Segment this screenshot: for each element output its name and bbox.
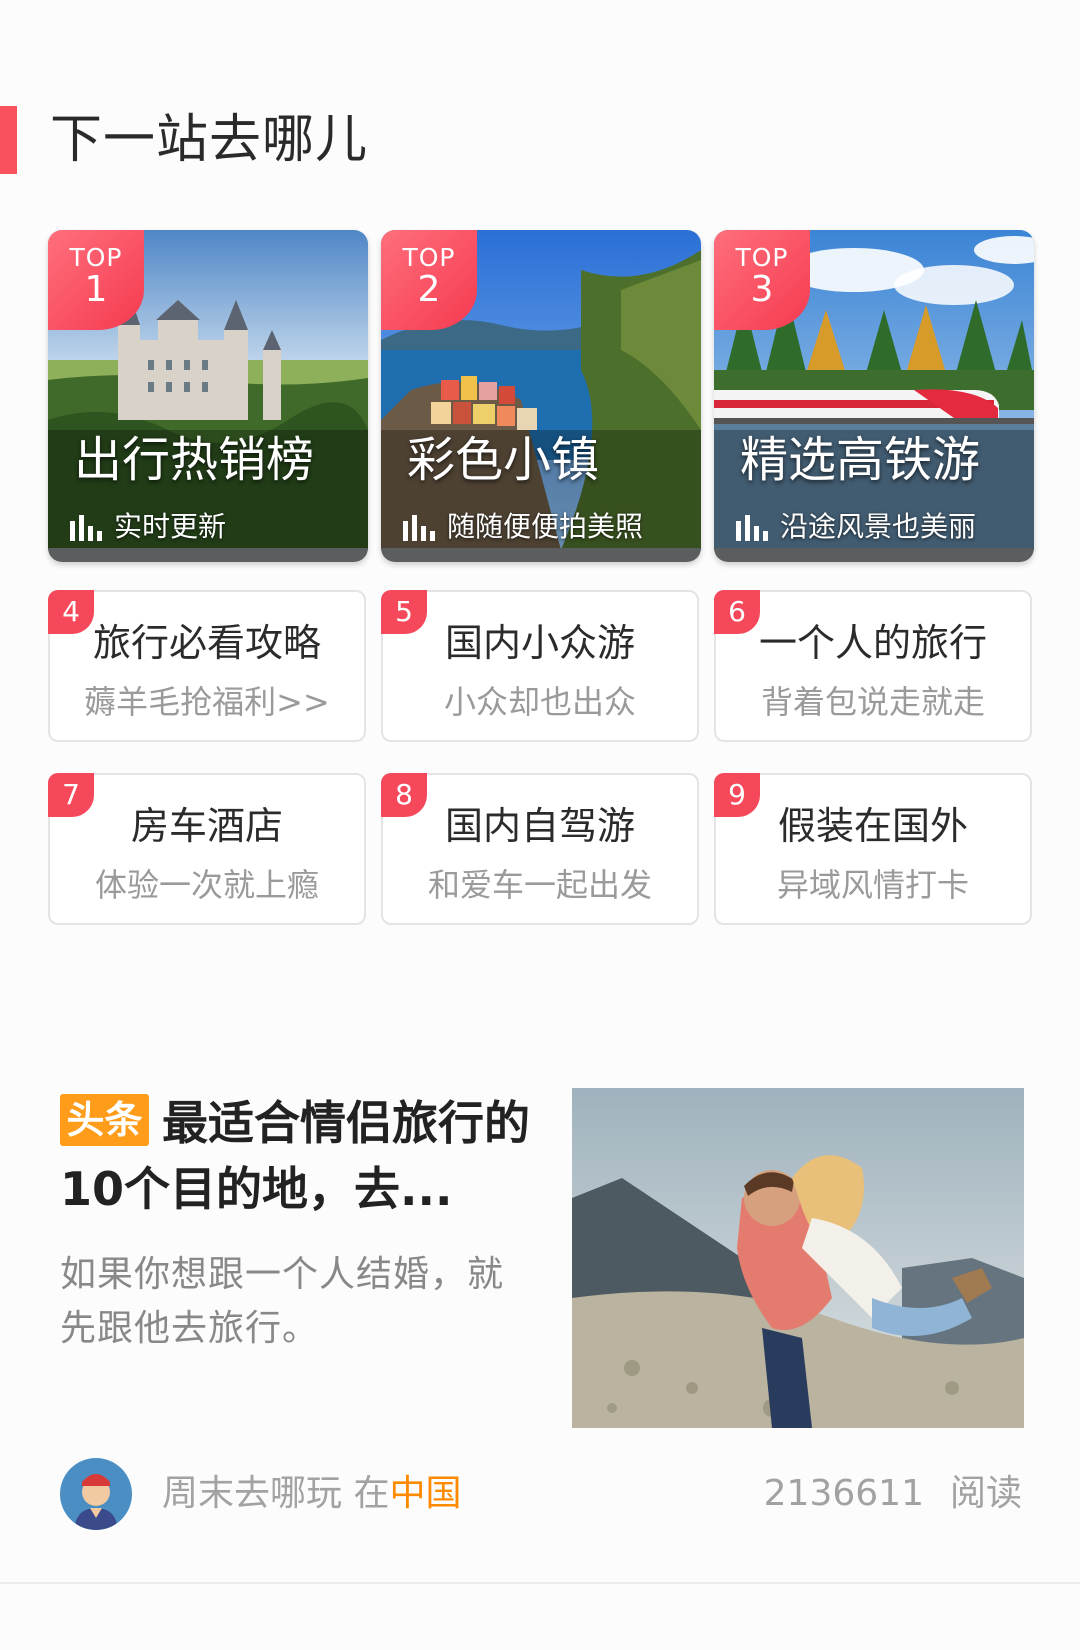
rank-card-title: 旅行必看攻略	[92, 621, 321, 665]
author-location[interactable]: 中国	[389, 1473, 461, 1514]
top-card-3[interactable]: TOP 3 精选高铁游 沿途风景也美丽	[714, 230, 1034, 562]
article-image[interactable]	[572, 1088, 1024, 1428]
location-prefix: 在	[353, 1473, 390, 1514]
badge-top-label: TOP	[402, 243, 456, 272]
section-title: 下一站去哪儿	[50, 110, 369, 170]
badge-rank-number: 1	[84, 269, 108, 310]
top-rank-badge: TOP 1	[48, 230, 144, 330]
bar-chart-icon	[70, 515, 102, 541]
rank-card-8[interactable]: 8 国内自驾游 和爱车一起出发	[381, 773, 699, 925]
card-shadow-strip	[714, 548, 1034, 562]
rank-card-title: 假装在国外	[777, 804, 968, 848]
badge-rank-number: 3	[750, 269, 774, 310]
top-card-subtitle-text: 实时更新	[114, 510, 227, 543]
top-card-subtitle: 随随便便拍美照	[403, 510, 643, 544]
badge-top-label: TOP	[69, 243, 123, 272]
read-label: 阅读	[949, 1473, 1022, 1514]
bar-chart-icon	[403, 515, 435, 541]
top-rank-badge: TOP 3	[714, 230, 810, 330]
read-count-area: 2136611 阅读	[764, 1470, 1022, 1518]
top-rank-badge: TOP 2	[381, 230, 477, 330]
article-description[interactable]: 如果你想跟一个人结婚，就先跟他去旅行。	[60, 1248, 540, 1356]
rank-card-subtitle: 体验一次就上瘾	[94, 866, 319, 904]
rank-card-title: 房车酒店	[130, 804, 283, 848]
rank-card-subtitle: 背着包说走就走	[760, 683, 985, 721]
read-count: 2136611	[763, 1473, 924, 1514]
author-name[interactable]: 周末去哪玩	[162, 1473, 342, 1514]
rank-card-9[interactable]: 9 假装在国外 异域风情打卡	[714, 773, 1032, 925]
rank-card-title: 国内小众游	[444, 621, 635, 665]
rank-card-title: 一个人的旅行	[758, 621, 987, 665]
top-card-title: 出行热销榜	[74, 432, 315, 488]
top-card-subtitle: 实时更新	[70, 510, 226, 544]
card-shadow-strip	[381, 548, 701, 562]
bottom-divider	[0, 1582, 1080, 1584]
badge-top-label: TOP	[735, 243, 789, 272]
top-card-subtitle-text: 沿途风景也美丽	[780, 510, 977, 543]
rank-card-subtitle: 和爱车一起出发	[427, 866, 652, 904]
top-card-2[interactable]: TOP 2 彩色小镇 随随便便拍美照	[381, 230, 701, 562]
top-card-1[interactable]: TOP 1 出行热销榜 实时更新	[48, 230, 368, 562]
rank-card-6[interactable]: 6 一个人的旅行 背着包说走就走	[714, 590, 1032, 742]
rank-card-subtitle: 小众却也出众	[443, 683, 636, 721]
section-accent-bar	[0, 106, 17, 174]
author-avatar[interactable]	[60, 1458, 132, 1530]
rank-card-title: 国内自驾游	[444, 804, 635, 848]
top-card-subtitle: 沿途风景也美丽	[736, 510, 976, 544]
card-shadow-strip	[48, 548, 368, 562]
rank-card-subtitle: 薅羊毛抢福利>>	[84, 683, 330, 721]
author-line[interactable]: 周末去哪玩 在中国	[162, 1470, 462, 1518]
top-card-title: 彩色小镇	[407, 432, 600, 488]
top-card-title: 精选高铁游	[740, 432, 981, 488]
badge-rank-number: 2	[417, 269, 441, 310]
bar-chart-icon	[736, 515, 768, 541]
rank-card-subtitle: 异域风情打卡	[776, 866, 969, 904]
rank-card-4[interactable]: 4 旅行必看攻略 薅羊毛抢福利>>	[48, 590, 366, 742]
avatar-icon	[60, 1458, 132, 1530]
article-title[interactable]: 最适合情侣旅行的10个目的地，去...	[60, 1090, 540, 1222]
top-card-subtitle-text: 随随便便拍美照	[447, 510, 644, 543]
rank-card-5[interactable]: 5 国内小众游 小众却也出众	[381, 590, 699, 742]
rank-card-7[interactable]: 7 房车酒店 体验一次就上瘾	[48, 773, 366, 925]
couple-photo	[572, 1088, 1024, 1428]
